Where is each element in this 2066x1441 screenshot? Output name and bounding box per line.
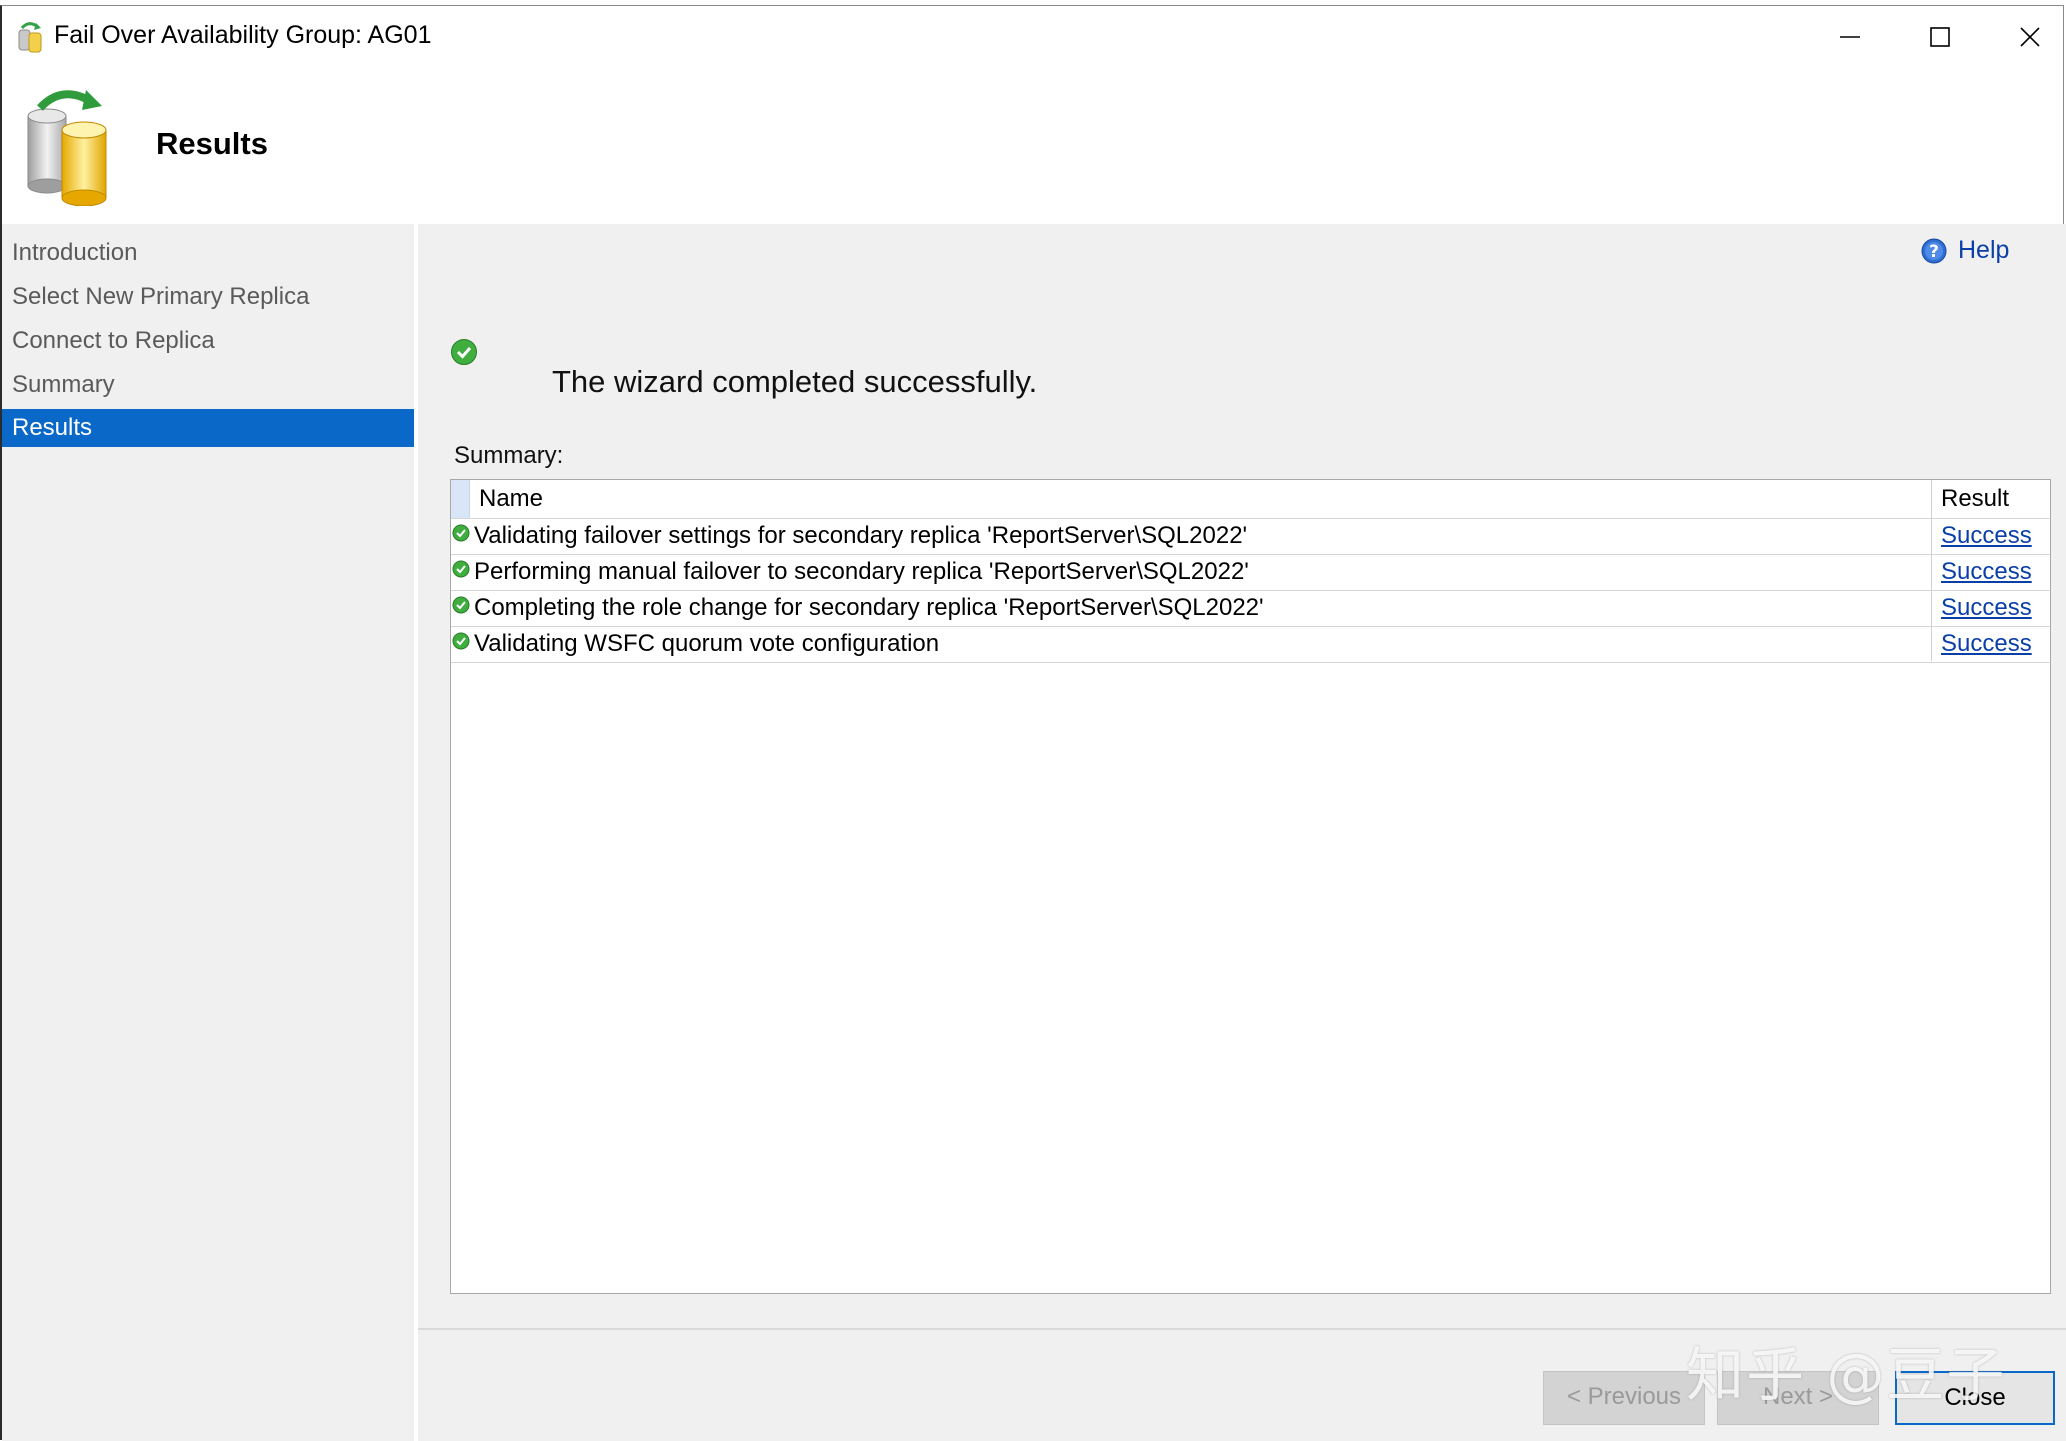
minimize-icon	[1840, 36, 1860, 38]
table-row: Validating WSFC quorum vote configuratio…	[451, 626, 2050, 663]
availability-group-database-icon	[27, 90, 107, 206]
column-header-result[interactable]: Result	[1931, 480, 2009, 518]
title-bar: Fail Over Availability Group: AG01	[2, 6, 2063, 68]
help-icon: ?	[1921, 238, 1947, 263]
table-row: Performing manual failover to secondary …	[451, 554, 2050, 591]
sidebar-item-connect-to-replica[interactable]: Connect to Replica	[2, 322, 414, 360]
success-check-icon	[452, 632, 470, 650]
row-name: Validating WSFC quorum vote configuratio…	[474, 630, 940, 657]
column-header-name[interactable]: Name	[479, 480, 543, 518]
window-title: Fail Over Availability Group: AG01	[54, 21, 432, 49]
row-result-link[interactable]: Success	[1941, 626, 2032, 662]
sidebar-item-introduction[interactable]: Introduction	[2, 234, 414, 272]
table-row: Validating failover settings for seconda…	[451, 518, 2050, 555]
results-table: Name Result Validating failover settings…	[450, 479, 2051, 1294]
row-name: Completing the role change for secondary…	[474, 594, 1264, 621]
results-panel: ? Help The wizard completed successfully…	[418, 224, 2066, 1331]
table-row: Completing the role change for secondary…	[451, 590, 2050, 627]
summary-label: Summary:	[454, 442, 564, 469]
wizard-step-sidebar: Introduction Select New Primary Replica …	[2, 224, 414, 1441]
row-name: Validating failover settings for seconda…	[474, 522, 1248, 549]
help-label: Help	[1958, 236, 2010, 264]
previous-button[interactable]: < Previous	[1543, 1371, 1705, 1425]
app-icon	[18, 22, 42, 53]
row-result-link[interactable]: Success	[1941, 518, 2032, 554]
status-message: The wizard completed successfully.	[552, 364, 1038, 399]
success-check-icon	[452, 560, 470, 578]
close-icon	[2020, 27, 2040, 47]
sidebar-item-select-new-primary-replica[interactable]: Select New Primary Replica	[2, 278, 414, 316]
row-result-link[interactable]: Success	[1941, 554, 2032, 590]
success-check-icon	[451, 339, 477, 365]
maximize-button[interactable]	[1896, 6, 1984, 68]
svg-text:?: ?	[1929, 242, 1939, 262]
row-result-link[interactable]: Success	[1941, 590, 2032, 626]
success-check-icon	[452, 596, 470, 614]
table-header: Name Result	[451, 480, 2050, 519]
page-title: Results	[156, 126, 268, 161]
maximize-icon	[1930, 27, 1950, 47]
sidebar-item-summary[interactable]: Summary	[2, 366, 414, 404]
row-header-marker	[451, 480, 470, 518]
success-check-icon	[452, 524, 470, 542]
help-link[interactable]: ? Help	[1920, 236, 2009, 265]
sidebar-item-results[interactable]: Results	[2, 409, 414, 447]
watermark-text: 知乎 @豆子	[1686, 1341, 2007, 1409]
row-name: Performing manual failover to secondary …	[474, 558, 1249, 585]
window-close-button[interactable]	[1986, 6, 2066, 68]
page-header: Results	[2, 68, 2063, 224]
minimize-button[interactable]	[1806, 6, 1894, 68]
wizard-window: Fail Over Availability Group: AG01 Resul…	[0, 5, 2066, 1441]
